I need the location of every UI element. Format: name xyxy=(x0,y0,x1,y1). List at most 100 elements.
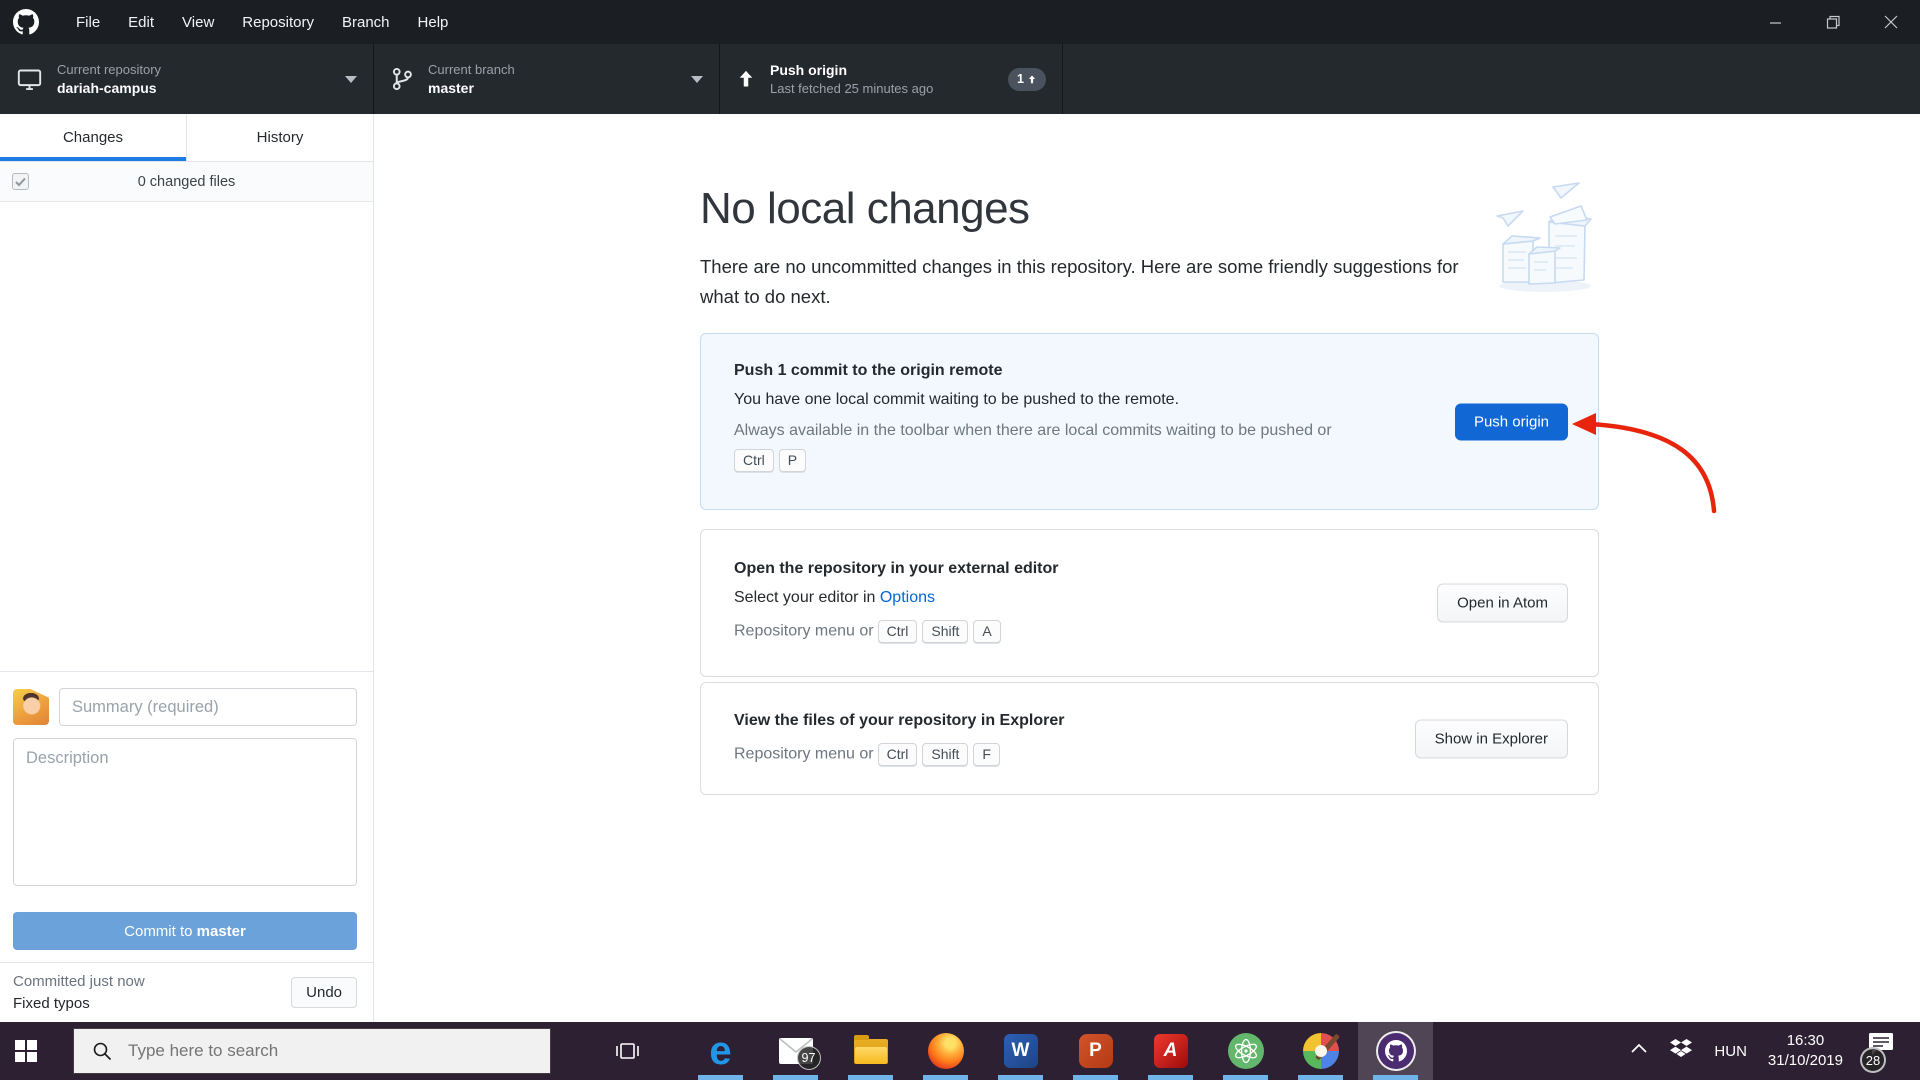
paint-palette-icon xyxy=(1303,1033,1339,1069)
taskbar-app-firefox[interactable] xyxy=(908,1022,983,1080)
main-content: No local changes There are no uncommitte… xyxy=(375,114,1920,1022)
key-p: P xyxy=(779,449,806,472)
changes-list-empty-area xyxy=(0,202,373,671)
firefox-icon xyxy=(928,1033,964,1069)
running-indicator xyxy=(1373,1075,1418,1080)
ahead-commits-badge: 1 xyxy=(1008,68,1046,91)
tab-history[interactable]: History xyxy=(186,114,373,161)
key-f: F xyxy=(973,743,1000,766)
undo-commit-bar: Committed just now Fixed typos Undo xyxy=(0,962,373,1022)
undo-button[interactable]: Undo xyxy=(291,977,357,1008)
task-view-icon xyxy=(614,1039,641,1063)
up-arrow-icon xyxy=(1027,74,1037,85)
hint-text: Repository menu or xyxy=(734,623,874,640)
select-all-checkbox[interactable] xyxy=(12,173,29,190)
file-explorer-icon xyxy=(854,1039,888,1064)
push-origin-button[interactable]: Push origin xyxy=(1455,403,1568,440)
sidebar: Changes History 0 changed files Commit t… xyxy=(0,114,374,1022)
running-indicator xyxy=(1073,1075,1118,1080)
task-view-button[interactable] xyxy=(603,1022,651,1080)
system-tray: HUN 16:30 31/10/2019 28 xyxy=(1630,1031,1920,1071)
running-indicator xyxy=(1298,1075,1343,1080)
user-avatar xyxy=(13,689,49,725)
commit-description-input[interactable] xyxy=(13,738,357,886)
window-controls xyxy=(1746,0,1920,44)
running-indicator xyxy=(1223,1075,1268,1080)
commit-summary-input[interactable] xyxy=(59,688,357,726)
push-origin-toolbar-button[interactable]: Push origin Last fetched 25 minutes ago … xyxy=(720,44,1063,114)
taskbar-app-github-desktop[interactable] xyxy=(1358,1022,1433,1080)
card-title: View the files of your repository in Exp… xyxy=(734,712,1398,730)
hint-text: Repository menu or xyxy=(734,746,874,763)
github-logo-icon xyxy=(13,9,39,40)
menu-help[interactable]: Help xyxy=(404,0,463,44)
taskbar-app-edge[interactable]: e xyxy=(683,1022,758,1080)
push-suggestion-card: Push 1 commit to the origin remote You h… xyxy=(700,333,1599,510)
running-indicator xyxy=(848,1075,893,1080)
clock[interactable]: 16:30 31/10/2019 xyxy=(1768,1031,1843,1071)
show-in-explorer-button[interactable]: Show in Explorer xyxy=(1415,719,1568,758)
key-ctrl: Ctrl xyxy=(878,620,918,643)
current-branch-label: Current branch xyxy=(428,62,515,77)
current-repository-name: dariah-campus xyxy=(57,80,161,96)
tab-changes[interactable]: Changes xyxy=(0,114,186,161)
date-text: 31/10/2019 xyxy=(1768,1051,1843,1071)
card-title: Open the repository in your external edi… xyxy=(734,560,1398,578)
taskbar-app-paint[interactable] xyxy=(1283,1022,1358,1080)
current-repository-button[interactable]: Current repository dariah-campus xyxy=(0,44,374,114)
taskbar-app-acrobat[interactable]: A xyxy=(1133,1022,1208,1080)
start-button[interactable] xyxy=(2,1022,50,1080)
running-indicator xyxy=(998,1075,1043,1080)
card-body: Select your editor in xyxy=(734,589,880,606)
chevron-up-icon xyxy=(1630,1043,1648,1055)
red-annotation-arrow xyxy=(1570,407,1720,522)
menu-view[interactable]: View xyxy=(168,0,228,44)
taskbar-app-atom[interactable] xyxy=(1208,1022,1283,1080)
menu-edit[interactable]: Edit xyxy=(114,0,168,44)
current-repository-label: Current repository xyxy=(57,62,161,77)
taskbar-search[interactable] xyxy=(73,1028,551,1074)
maximize-button[interactable] xyxy=(1804,0,1862,44)
card-body: You have one local commit waiting to be … xyxy=(734,391,1398,409)
github-desktop-icon xyxy=(1378,1033,1414,1069)
commit-form: Commit to master xyxy=(0,671,373,950)
current-branch-name: master xyxy=(428,80,515,96)
mail-icon: 97 xyxy=(779,1038,813,1064)
paper-stack-illustration xyxy=(1487,174,1599,303)
changed-files-count: 0 changed files xyxy=(29,174,344,190)
push-up-arrow-icon xyxy=(736,68,756,90)
taskbar-app-powerpoint[interactable]: P xyxy=(1058,1022,1133,1080)
action-center-button[interactable]: 28 xyxy=(1864,1031,1904,1071)
dropbox-tray-icon[interactable] xyxy=(1669,1039,1693,1064)
search-input[interactable] xyxy=(126,1040,550,1062)
monitor-icon xyxy=(16,66,43,93)
taskbar-app-word[interactable]: W xyxy=(983,1022,1058,1080)
atom-icon xyxy=(1228,1033,1264,1069)
taskbar-app-file-explorer[interactable] xyxy=(833,1022,908,1080)
commit-status-text: Committed just now xyxy=(13,973,145,990)
mail-unread-badge: 97 xyxy=(797,1046,821,1070)
open-in-atom-button[interactable]: Open in Atom xyxy=(1437,584,1568,623)
menu-repository[interactable]: Repository xyxy=(228,0,328,44)
acrobat-icon: A xyxy=(1154,1034,1188,1068)
sidebar-tabs: Changes History xyxy=(0,114,373,162)
minimize-button[interactable] xyxy=(1746,0,1804,44)
menu-branch[interactable]: Branch xyxy=(328,0,404,44)
git-branch-icon xyxy=(390,66,414,92)
commit-to-master-button[interactable]: Commit to master xyxy=(13,912,357,950)
tray-expand-chevron[interactable] xyxy=(1630,1042,1648,1060)
card-title: Push 1 commit to the origin remote xyxy=(734,362,1398,380)
windows-logo-icon xyxy=(15,1040,37,1062)
language-indicator[interactable]: HUN xyxy=(1714,1043,1747,1060)
pinned-apps: e 97 W P A xyxy=(683,1022,1433,1080)
titlebar: File Edit View Repository Branch Help xyxy=(0,0,1920,44)
current-branch-button[interactable]: Current branch master xyxy=(374,44,720,114)
close-button[interactable] xyxy=(1862,0,1920,44)
key-a: A xyxy=(973,620,1000,643)
taskbar-app-mail[interactable]: 97 xyxy=(758,1022,833,1080)
options-link[interactable]: Options xyxy=(880,589,935,606)
key-ctrl: Ctrl xyxy=(878,743,918,766)
menu-file[interactable]: File xyxy=(62,0,114,44)
running-indicator xyxy=(923,1075,968,1080)
notification-count-badge: 28 xyxy=(1860,1047,1886,1073)
